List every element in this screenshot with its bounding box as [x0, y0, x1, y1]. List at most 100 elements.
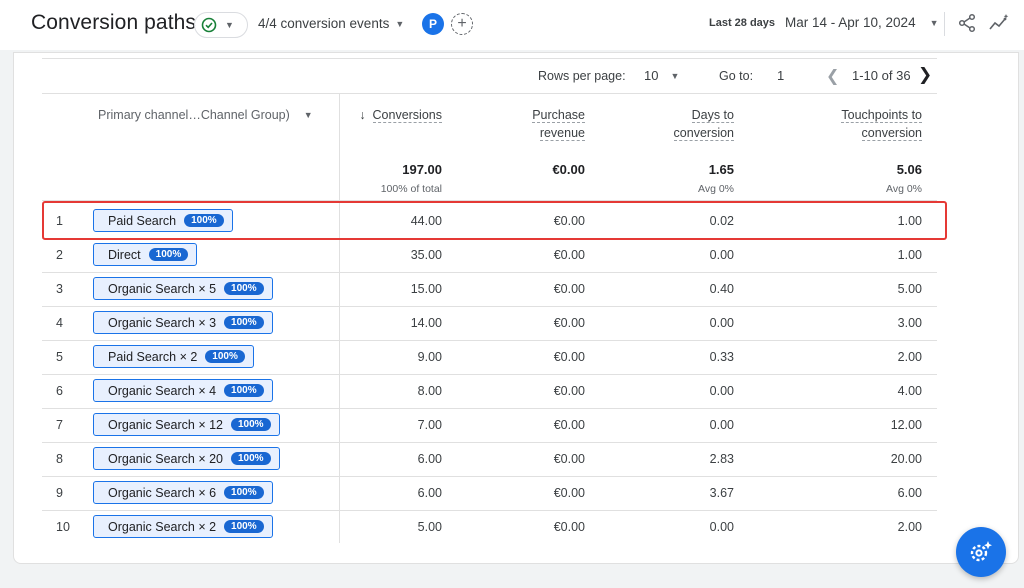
cell-days: 0.00	[709, 316, 734, 330]
cell-revenue: €0.00	[553, 282, 585, 296]
cell-conversions: 15.00	[410, 282, 442, 296]
path-chip[interactable]: Organic Search × 20 100%	[93, 447, 280, 470]
total-touchpoints: 5.06	[896, 162, 922, 177]
column-header-days[interactable]: Days to conversion	[614, 106, 734, 142]
sort-arrow-icon: ↓	[359, 108, 366, 122]
conversion-events-dropdown[interactable]: 4/4 conversion events ▼	[258, 16, 404, 31]
avatar[interactable]: P	[422, 13, 444, 35]
cell-touchpoints: 20.00	[890, 452, 922, 466]
table-row[interactable]: 8 Organic Search × 20 100% 6.00 €0.00 2.8…	[42, 442, 937, 476]
divider	[944, 12, 945, 36]
path-chip[interactable]: Organic Search × 6 100%	[93, 481, 273, 504]
cell-days: 2.83	[709, 452, 734, 466]
table-row[interactable]: 5 Paid Search × 2 100% 9.00 €0.00 0.33 2.…	[42, 340, 937, 374]
total-touchpoints-sub: Avg 0%	[886, 183, 922, 195]
cell-conversions: 14.00	[410, 316, 442, 330]
table-row[interactable]: 2 Direct 100% 35.00 €0.00 0.00 1.00	[42, 238, 937, 272]
insights-button[interactable]	[988, 13, 1010, 38]
path-label: Direct	[108, 247, 141, 262]
column-header-label: revenue	[539, 126, 585, 141]
status-dropdown[interactable]: ▼	[194, 12, 248, 38]
percent-badge: 100%	[205, 350, 245, 363]
path-chip[interactable]: Organic Search × 5 100%	[93, 277, 273, 300]
table-row[interactable]: 4 Organic Search × 3 100% 14.00 €0.00 0.0…	[42, 306, 937, 340]
top-bar: Conversion paths ▼ 4/4 conversion events…	[0, 0, 1024, 50]
percent-badge: 100%	[231, 418, 271, 431]
path-chip[interactable]: Paid Search × 2 100%	[93, 345, 254, 368]
column-header-label: conversion	[861, 126, 922, 141]
column-header-conversions[interactable]: ↓ Conversions	[322, 106, 442, 124]
table-row[interactable]: 10 Organic Search × 2 100% 5.00 €0.00 0.0…	[42, 510, 937, 544]
chevron-down-icon: ▼	[929, 17, 939, 28]
percent-badge: 100%	[224, 282, 264, 295]
row-index: 5	[56, 350, 63, 364]
percent-badge: 100%	[231, 452, 271, 465]
path-chip[interactable]: Organic Search × 2 100%	[93, 515, 273, 538]
percent-badge: 100%	[224, 316, 264, 329]
date-range-picker[interactable]: Mar 14 - Apr 10, 2024 ▼	[785, 15, 939, 30]
pagination-bar: Rows per page: 10 ▼ Go to: 1 ❮ 1-10 of 3…	[0, 60, 1024, 90]
cell-days: 0.00	[709, 418, 734, 432]
percent-badge: 100%	[148, 248, 189, 261]
path-chip[interactable]: Organic Search × 4 100%	[93, 379, 273, 402]
path-label: Paid Search × 2	[108, 349, 198, 364]
cell-days: 0.00	[709, 248, 734, 262]
add-comparison-button[interactable]: +	[451, 13, 473, 35]
page-title: Conversion paths	[31, 11, 197, 34]
cell-touchpoints: 12.00	[890, 418, 922, 432]
table-row[interactable]: 6 Organic Search × 4 100% 8.00 €0.00 0.00…	[42, 374, 937, 408]
total-revenue: €0.00	[552, 162, 585, 177]
share-button[interactable]	[957, 13, 977, 38]
rows-per-page-label: Rows per page:	[538, 69, 626, 83]
date-label: Last 28 days	[709, 17, 776, 29]
goto-input[interactable]: 1	[777, 68, 784, 83]
path-chip[interactable]: Organic Search × 12 100%	[93, 413, 280, 436]
chevron-right-icon[interactable]: ❯	[918, 65, 932, 85]
cell-revenue: €0.00	[553, 418, 585, 432]
column-header-touchpoints[interactable]: Touchpoints to conversion	[782, 106, 922, 142]
table-row[interactable]: 9 Organic Search × 6 100% 6.00 €0.00 3.67…	[42, 476, 937, 510]
path-chip[interactable]: Organic Search × 3 100%	[93, 311, 273, 334]
cell-days: 0.33	[709, 350, 734, 364]
cell-days: 0.00	[709, 384, 734, 398]
events-label: 4/4 conversion events	[258, 16, 390, 31]
settings-sparkle-icon	[970, 541, 992, 562]
chevron-down-icon: ▼	[395, 18, 405, 29]
row-index: 6	[56, 384, 63, 398]
cell-conversions: 6.00	[417, 486, 442, 500]
column-header-label: Conversions	[372, 108, 442, 123]
chevron-down-icon: ▼	[225, 20, 234, 30]
divider	[42, 58, 937, 59]
cell-days: 0.40	[709, 282, 734, 296]
path-label: Organic Search × 3	[108, 315, 217, 330]
check-circle-icon	[201, 17, 217, 33]
row-index: 2	[56, 248, 63, 262]
column-header-label: Touchpoints to	[841, 108, 922, 123]
path-chip[interactable]: Direct 100%	[93, 243, 198, 266]
total-conversions-sub: 100% of total	[380, 183, 442, 195]
goto-label: Go to:	[719, 69, 754, 83]
table-row[interactable]: 7 Organic Search × 12 100% 7.00 €0.00 0.0…	[42, 408, 937, 442]
cell-touchpoints: 2.00	[897, 520, 922, 534]
settings-fab-button[interactable]	[956, 527, 1006, 577]
dimension-header-label: Primary channel…Channel Group)	[98, 108, 290, 122]
path-label: Organic Search × 20	[108, 451, 223, 466]
rows-per-page-value: 10	[644, 68, 659, 83]
row-highlight-box	[42, 201, 947, 240]
chevron-down-icon: ▼	[303, 110, 313, 120]
chevron-left-icon[interactable]: ❮	[826, 66, 839, 86]
path-label: Organic Search × 4	[108, 383, 217, 398]
cell-revenue: €0.00	[553, 384, 585, 398]
path-label: Organic Search × 12	[108, 417, 223, 432]
column-header-revenue[interactable]: Purchase revenue	[465, 106, 585, 142]
path-label: Organic Search × 6	[108, 485, 217, 500]
cell-touchpoints: 2.00	[897, 350, 922, 364]
table-row[interactable]: 3 Organic Search × 5 100% 15.00 €0.00 0.4…	[42, 272, 937, 306]
rows-per-page-select[interactable]: 10 ▼	[644, 68, 679, 83]
cell-touchpoints: 3.00	[897, 316, 922, 330]
data-table: Primary channel…Channel Group) ▼ ↓ Conve…	[42, 93, 937, 543]
insights-icon	[989, 14, 1009, 30]
row-index: 7	[56, 418, 63, 432]
dimension-header[interactable]: Primary channel…Channel Group) ▼	[98, 108, 313, 122]
cell-days: 3.67	[709, 486, 734, 500]
